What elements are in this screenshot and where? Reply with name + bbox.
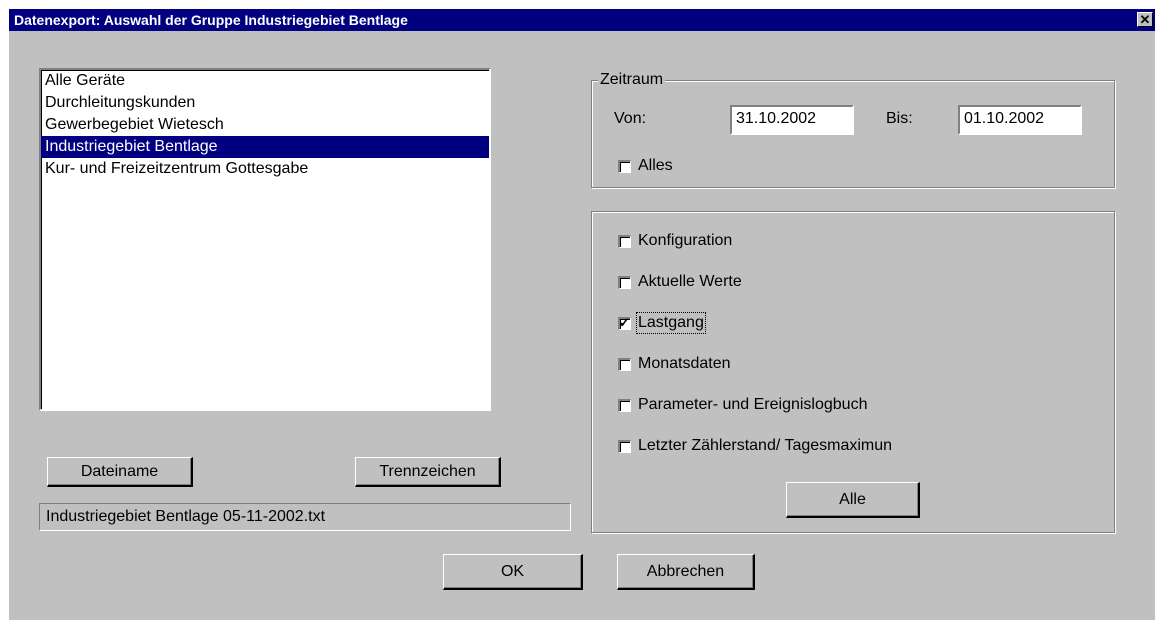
datatype-checkbox[interactable]	[618, 357, 631, 371]
checkmark-icon: ✓	[619, 314, 630, 330]
list-item[interactable]: Alle Geräte	[41, 70, 489, 92]
close-icon: ✕	[1139, 12, 1151, 27]
alles-checkbox[interactable]	[618, 159, 631, 173]
datatype-checkbox[interactable]	[618, 398, 631, 412]
bis-date-input[interactable]: 01.10.2002	[958, 105, 1082, 135]
datatype-option[interactable]: Monatsdaten	[618, 355, 731, 373]
datatype-checkbox[interactable]	[618, 275, 631, 289]
title-bar: Datenexport: Auswahl der Gruppe Industri…	[9, 9, 1155, 31]
list-item[interactable]: Durchleitungskunden	[41, 92, 489, 114]
datatype-label: Aktuelle Werte	[638, 273, 742, 290]
datatype-label: Lastgang	[636, 312, 706, 334]
alles-checkbox-row[interactable]: Alles	[618, 157, 673, 175]
datatype-label: Konfiguration	[638, 232, 733, 249]
von-date-input[interactable]: 31.10.2002	[730, 105, 854, 135]
ok-button[interactable]: OK	[443, 554, 583, 590]
dialog-title: Datenexport: Auswahl der Gruppe Industri…	[14, 12, 408, 28]
close-button[interactable]: ✕	[1137, 12, 1153, 27]
cancel-button[interactable]: Abbrechen	[617, 554, 755, 590]
alle-button[interactable]: Alle	[786, 482, 920, 518]
datatype-option[interactable]: Konfiguration	[618, 232, 732, 250]
datatype-option[interactable]: Parameter- und Ereignislogbuch	[618, 396, 867, 414]
list-item[interactable]: Gewerbegebiet Wietesch	[41, 114, 489, 136]
datatype-label: Monatsdaten	[638, 355, 731, 372]
datatype-checkbox[interactable]: ✓	[618, 314, 631, 330]
datatype-label: Parameter- und Ereignislogbuch	[638, 396, 868, 413]
alles-label: Alles	[638, 157, 673, 174]
export-dialog: Datenexport: Auswahl der Gruppe Industri…	[9, 9, 1155, 620]
datatype-checkbox[interactable]	[618, 439, 631, 453]
list-item[interactable]: Industriegebiet Bentlage	[41, 136, 489, 158]
list-item[interactable]: Kur- und Freizeitzentrum Gottesgabe	[41, 158, 489, 180]
dateiname-button[interactable]: Dateiname	[47, 457, 193, 487]
datatype-option[interactable]: Aktuelle Werte	[618, 273, 742, 291]
zeitraum-group: Zeitraum Von: 31.10.2002 Bis: 01.10.2002…	[591, 70, 1115, 188]
von-label: Von:	[614, 110, 647, 127]
datatype-label: Letzter Zählerstand/ Tagesmaximun	[638, 437, 893, 454]
filename-field: Industriegebiet Bentlage 05-11-2002.txt	[39, 503, 571, 531]
datatype-option[interactable]: Letzter Zählerstand/ Tagesmaximun	[618, 437, 892, 455]
datatype-checkbox[interactable]	[618, 234, 631, 248]
datatype-option[interactable]: ✓ Lastgang	[618, 312, 706, 334]
group-listbox[interactable]: Alle Geräte Durchleitungskunden Gewerbegeb…	[39, 68, 491, 411]
datatype-group: Alle Konfiguration Aktuelle Werte ✓ Lastgan…	[591, 211, 1115, 533]
bis-label: Bis:	[886, 110, 913, 127]
trennzeichen-button[interactable]: Trennzeichen	[355, 457, 501, 487]
zeitraum-legend: Zeitraum	[598, 70, 666, 90]
